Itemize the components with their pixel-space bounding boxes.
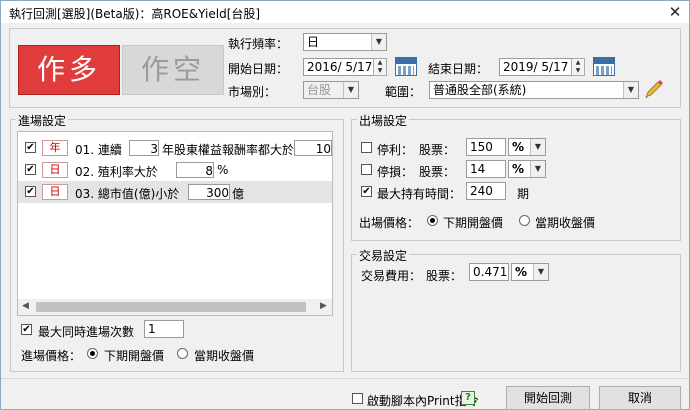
max-hold-label: 最大持有時間：	[377, 187, 462, 201]
entry-close-label: 當期收盤價	[194, 349, 255, 363]
row-frequency-tag: 日	[42, 184, 68, 200]
exit-settings-title: 出場設定	[357, 112, 410, 129]
close-icon[interactable]: ✕	[661, 1, 689, 23]
horizontal-scrollbar[interactable]: ◀ ▶	[18, 299, 332, 315]
stop-loss-unit-select[interactable]: % ▼	[508, 160, 546, 178]
trade-settings-title: 交易設定	[357, 247, 410, 264]
stop-loss-input[interactable]: 14	[466, 160, 506, 178]
scope-value: 普通股全部(系統)	[433, 83, 527, 97]
run-backtest-button[interactable]: 開始回測	[506, 386, 590, 410]
row-value-input[interactable]: 300	[188, 184, 230, 200]
backtest-dialog: 執行回測[選股](Beta版)：高ROE&Yield[台股] ✕ 作多 作空 執…	[0, 0, 690, 410]
chevron-down-icon[interactable]: ▼	[371, 34, 386, 50]
trade-fee-sub-label: 股票：	[426, 269, 463, 283]
pencil-icon[interactable]	[644, 79, 664, 99]
row-unit: %	[217, 163, 229, 177]
start-date-label: 開始日期：	[228, 62, 289, 76]
start-date-spinner[interactable]: ▲ ▼	[373, 58, 387, 76]
market-select: 台股 ▼	[303, 81, 359, 99]
exit-close-radio[interactable]	[519, 215, 530, 226]
chevron-down-icon[interactable]: ▼	[530, 161, 545, 177]
short-button[interactable]: 作空	[122, 45, 224, 95]
exit-close-label: 當期收盤價	[535, 216, 596, 230]
row-checkbox[interactable]: ✔	[25, 186, 36, 197]
trade-fee-unit: %	[515, 265, 528, 279]
trade-fee-input[interactable]: 0.471	[469, 263, 509, 281]
scope-select[interactable]: 普通股全部(系統) ▼	[429, 81, 639, 99]
row-value-input[interactable]: 3	[129, 140, 159, 156]
cancel-button[interactable]: 取消	[599, 386, 681, 410]
long-button[interactable]: 作多	[18, 45, 120, 95]
scroll-left-icon[interactable]: ◀	[22, 301, 29, 311]
take-profit-input[interactable]: 150	[466, 138, 506, 156]
entry-settings-title: 進場設定	[16, 112, 69, 129]
row-text: 02. 殖利率大於	[75, 165, 158, 179]
end-date-spinner[interactable]: ▲ ▼	[571, 58, 585, 76]
footer-divider	[1, 378, 689, 379]
list-item[interactable]: ✔ 年 01. 連續 3 年股東權益報酬率都大於 10	[18, 137, 332, 159]
max-entries-label: 最大同時進場次數	[38, 325, 135, 339]
chevron-down-icon: ▼	[343, 82, 358, 98]
max-entries-checkbox[interactable]: ✔	[21, 324, 32, 335]
chevron-down-icon[interactable]: ▼	[533, 264, 548, 280]
stop-loss-checkbox[interactable]	[361, 164, 372, 175]
market-value: 台股	[307, 83, 332, 97]
help-icon[interactable]: ?	[461, 391, 475, 405]
max-hold-unit: 期	[517, 187, 530, 201]
frequency-select[interactable]: 日 ▼	[303, 33, 387, 51]
end-date-label: 結束日期：	[428, 62, 489, 76]
frequency-label: 執行頻率：	[228, 37, 289, 51]
row-text: 03. 總市值(億)小於	[75, 187, 180, 201]
row-checkbox[interactable]: ✔	[25, 164, 36, 175]
title-bar: 執行回測[選股](Beta版)：高ROE&Yield[台股] ✕	[1, 1, 689, 23]
entry-next-open-label: 下期開盤價	[104, 349, 165, 363]
row-frequency-tag: 年	[42, 140, 68, 156]
max-hold-input[interactable]: 240	[466, 182, 506, 200]
row-checkbox[interactable]: ✔	[25, 142, 36, 153]
calendar-icon[interactable]	[395, 57, 417, 76]
list-item[interactable]: ✔ 日 03. 總市值(億)小於 300 億	[18, 181, 332, 203]
take-profit-unit: %	[512, 140, 525, 154]
row-unit: 億	[232, 187, 245, 201]
row-frequency-tag: 日	[42, 162, 68, 178]
scroll-right-icon[interactable]: ▶	[320, 301, 327, 311]
row-text: 年股東權益報酬率都大於	[162, 143, 295, 157]
entry-price-label: 進場價格：	[21, 349, 82, 363]
chevron-down-icon[interactable]: ▼	[530, 139, 545, 155]
list-item[interactable]: ✔ 日 02. 殖利率大於 8 %	[18, 159, 332, 181]
scope-label: 範圍：	[385, 85, 422, 99]
entry-next-open-radio[interactable]	[87, 348, 98, 359]
exit-price-label: 出場價格：	[359, 216, 420, 230]
take-profit-sub-label: 股票：	[419, 143, 456, 157]
trade-fee-label: 交易費用：	[361, 269, 422, 283]
take-profit-unit-select[interactable]: % ▼	[508, 138, 546, 156]
exit-next-open-radio[interactable]	[427, 215, 438, 226]
scrollbar-thumb[interactable]	[36, 302, 306, 312]
frequency-value: 日	[307, 35, 320, 49]
calendar-icon[interactable]	[593, 57, 615, 76]
stop-loss-unit: %	[512, 162, 525, 176]
window-title: 執行回測[選股](Beta版)：高ROE&Yield[台股]	[9, 7, 261, 21]
take-profit-checkbox[interactable]	[361, 142, 372, 153]
row-value-input[interactable]: 8	[176, 162, 214, 178]
trade-fee-unit-select[interactable]: % ▼	[511, 263, 549, 281]
take-profit-label: 停利：	[377, 143, 414, 157]
exit-next-open-label: 下期開盤價	[443, 216, 504, 230]
chevron-down-icon[interactable]: ▼	[623, 82, 638, 98]
stop-loss-sub-label: 股票：	[419, 165, 456, 179]
row-text: 01. 連續	[75, 143, 122, 157]
entry-condition-list: ✔ 年 01. 連續 3 年股東權益報酬率都大於 10 ✔ 日 02. 殖利率大…	[17, 131, 333, 316]
max-hold-checkbox[interactable]: ✔	[361, 186, 372, 197]
entry-close-radio[interactable]	[177, 348, 188, 359]
max-entries-input[interactable]: 1	[144, 320, 184, 338]
print-checkbox[interactable]	[352, 393, 363, 404]
market-label: 市場別：	[228, 85, 277, 99]
row-value-input[interactable]: 10	[294, 140, 332, 156]
stop-loss-label: 停損：	[377, 165, 414, 179]
